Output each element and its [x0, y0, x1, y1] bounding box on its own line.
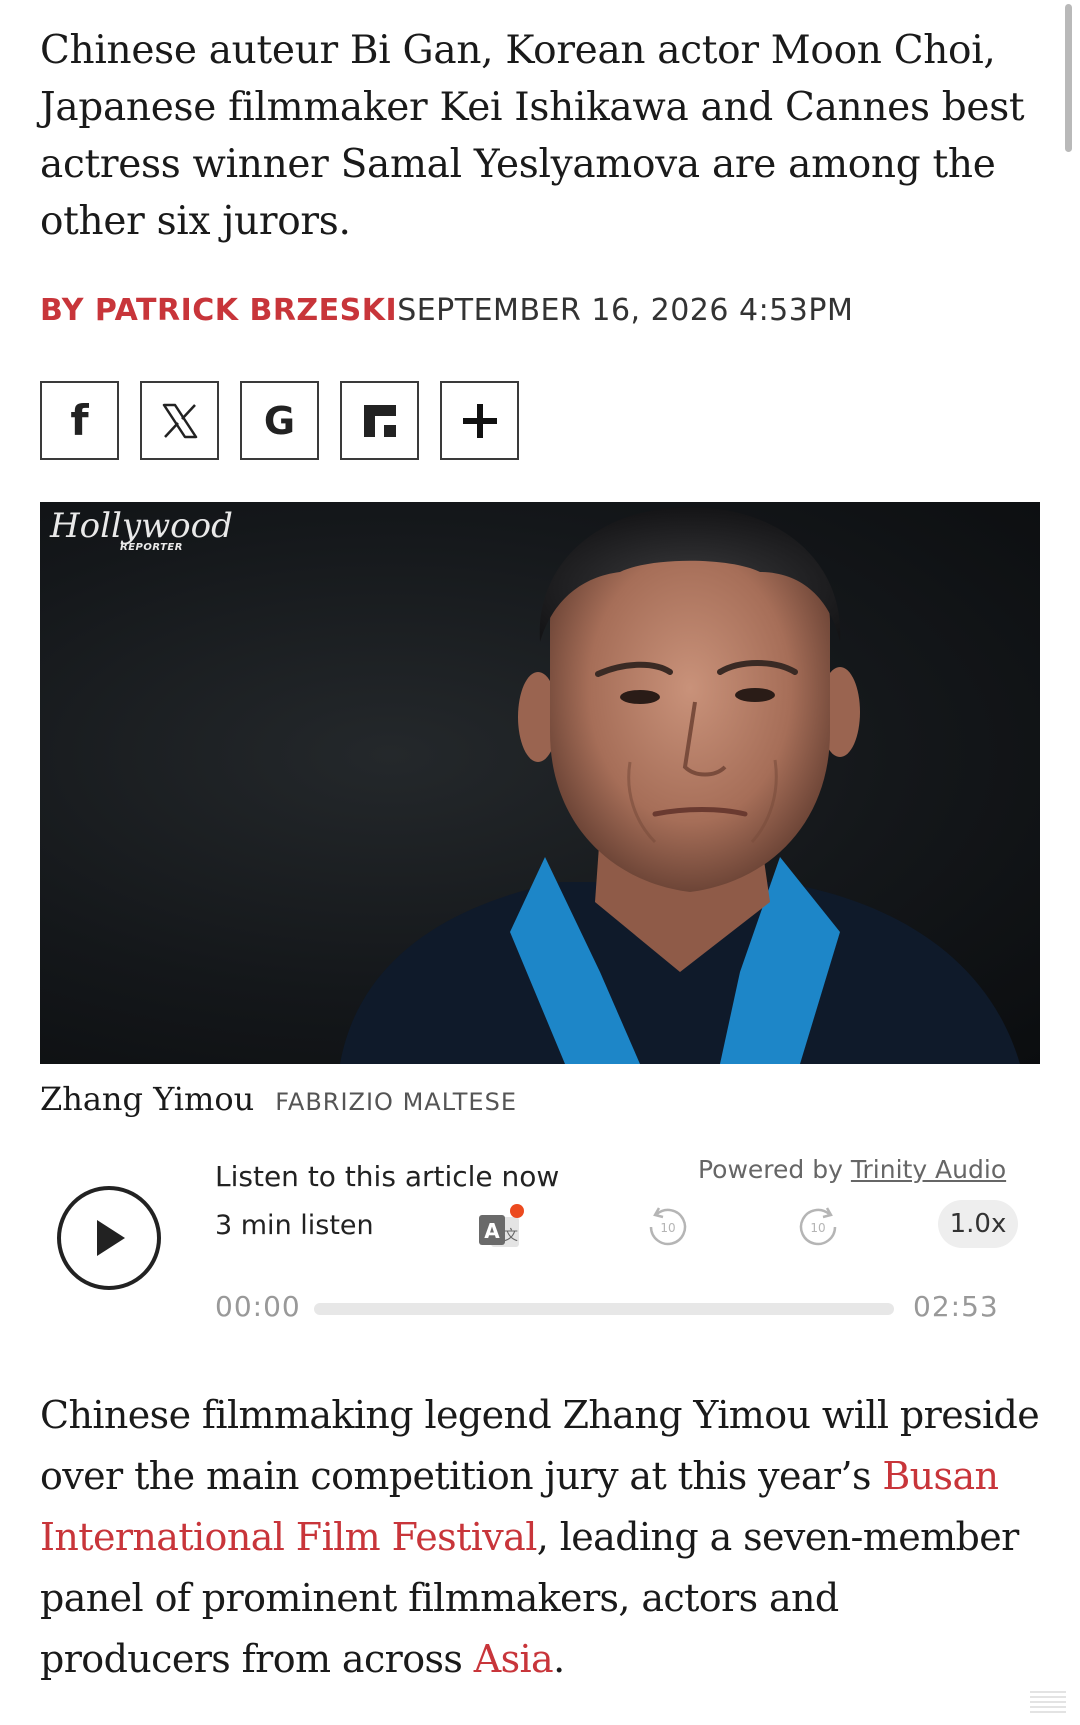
hollywood-reporter-logo: Hollywood REPORTER	[50, 506, 233, 553]
flipboard-share-button[interactable]	[340, 381, 419, 460]
svg-text:文: 文	[504, 1228, 518, 1244]
svg-text:A: A	[484, 1219, 500, 1243]
forward-label: 10	[810, 1221, 825, 1235]
author-link[interactable]: BY PATRICK BRZESKI	[40, 293, 397, 328]
translate-icon: A 文	[479, 1204, 524, 1247]
audio-play-button[interactable]	[57, 1186, 161, 1290]
more-share-button[interactable]	[440, 381, 519, 460]
x-icon	[162, 403, 197, 438]
powered-by: Powered by Trinity Audio	[698, 1155, 1006, 1184]
facebook-share-button[interactable]: f	[40, 381, 119, 460]
google-icon: G	[263, 398, 296, 443]
total-time: 02:53	[913, 1290, 999, 1323]
playback-speed-button[interactable]: 1.0x	[938, 1200, 1018, 1248]
share-bar: f G	[40, 381, 519, 460]
portrait-illustration	[340, 507, 1020, 1064]
resize-handle[interactable]	[1030, 1691, 1066, 1713]
image-caption: Zhang Yimou FABRIZIO MALTESE	[40, 1080, 517, 1118]
hero-photo: Hollywood REPORTER	[40, 502, 1040, 1064]
play-icon	[97, 1220, 125, 1256]
logo-wordmark: Hollywood	[50, 506, 233, 546]
scrollbar[interactable]	[1065, 4, 1072, 152]
photo-credit: FABRIZIO MALTESE	[275, 1088, 517, 1116]
trinity-audio-link[interactable]: Trinity Audio	[851, 1155, 1006, 1184]
google-share-button[interactable]: G	[240, 381, 319, 460]
audio-duration: 3 min listen	[215, 1210, 374, 1241]
asia-link[interactable]: Asia	[474, 1637, 554, 1681]
article-subheadline: Chinese auteur Bi Gan, Korean actor Moon…	[40, 28, 1025, 244]
rewind-label: 10	[660, 1221, 675, 1235]
byline: BY PATRICK BRZESKISEPTEMBER 16, 2026 4:5…	[40, 293, 853, 328]
flipboard-icon	[363, 404, 396, 437]
audio-progress-bar[interactable]	[314, 1303, 894, 1315]
publish-date: SEPTEMBER 16, 2026 4:53PM	[397, 293, 854, 328]
body-text-3: .	[553, 1637, 565, 1681]
forward-10-button[interactable]: 10	[795, 1204, 841, 1250]
rewind-10-button[interactable]: 10	[645, 1204, 691, 1250]
audio-player-title: Listen to this article now	[215, 1160, 560, 1193]
facebook-icon: f	[70, 396, 89, 445]
forward-icon: 10	[799, 1207, 837, 1246]
powered-by-label: Powered by	[698, 1155, 843, 1184]
current-time: 00:00	[215, 1290, 301, 1323]
rewind-icon: 10	[649, 1207, 687, 1246]
x-share-button[interactable]	[140, 381, 219, 460]
plus-icon	[462, 403, 497, 438]
logo-reporter-text: REPORTER	[120, 542, 183, 553]
article-lead-paragraph: Chinese filmmaking legend Zhang Yimou wi…	[40, 1385, 1040, 1690]
translate-button[interactable]: A 文	[475, 1203, 525, 1253]
caption-name: Zhang Yimou	[40, 1080, 255, 1118]
